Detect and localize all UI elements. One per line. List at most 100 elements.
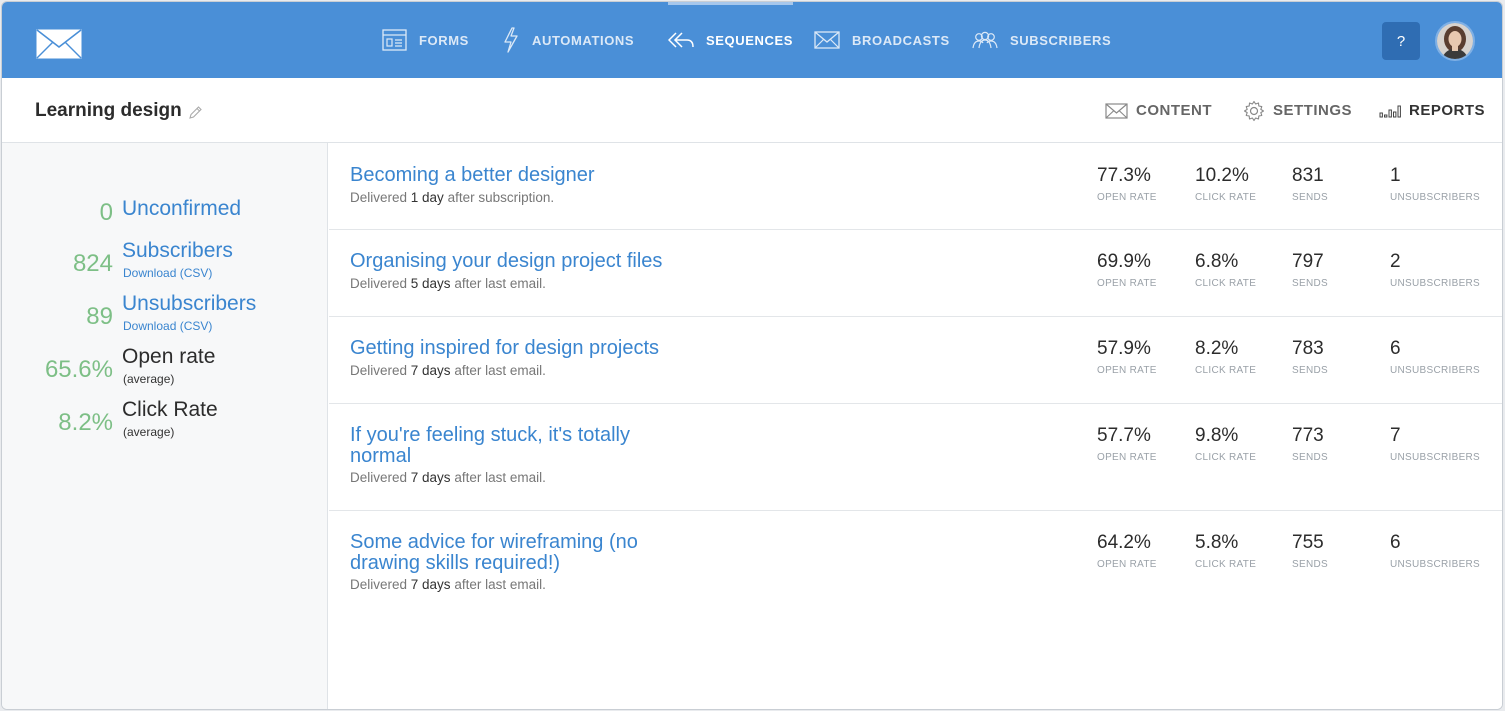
metric-label: SENDS (1292, 365, 1328, 376)
tab-content[interactable]: CONTENT (1105, 78, 1212, 143)
metric-open-rate: 69.9% OPEN RATE (1097, 251, 1157, 289)
metric-label: CLICK RATE (1195, 365, 1257, 376)
metric-label: CLICK RATE (1195, 559, 1257, 570)
email-title-link[interactable]: Some advice for wireframing (no drawing … (350, 532, 690, 574)
avatar-portrait (1437, 23, 1473, 59)
stat-label-link[interactable]: Unsubscribers (122, 292, 256, 316)
delivery-suffix: after last email. (450, 363, 546, 378)
stat-label-link[interactable]: Unconfirmed (122, 197, 241, 221)
metric-label: CLICK RATE (1195, 452, 1257, 463)
stat-sub-label: (average) (123, 425, 175, 439)
nav-sequences[interactable]: SEQUENCES (668, 2, 794, 78)
email-title-link[interactable]: Getting inspired for design projects (350, 338, 690, 359)
email-delivery: Delivered 7 days after last email. (350, 363, 546, 378)
metric-value: 7 (1390, 425, 1401, 446)
users-icon (972, 31, 998, 49)
nav-label: FORMS (419, 32, 469, 48)
metric-label: SENDS (1292, 559, 1328, 570)
stat-open-rate: 65.6% Open rate (average) (2, 345, 328, 393)
metric-label: UNSUBSCRIBERS (1390, 559, 1481, 570)
stat-unsubscribers: 89 Unsubscribers Download (CSV) (2, 292, 328, 340)
metric-value: 797 (1292, 251, 1324, 272)
metric-label: OPEN RATE (1097, 192, 1157, 203)
metric-sends: 773 SENDS (1292, 425, 1328, 463)
delivery-delay: 7 days (410, 577, 451, 592)
forms-icon (382, 29, 407, 51)
nav-label: SUBSCRIBERS (1010, 32, 1112, 48)
sequence-header: Learning design CONTENT SETTINGS REPORTS (2, 78, 1502, 143)
delivery-suffix: after last email. (450, 470, 546, 485)
sequence-title[interactable]: Learning design (35, 100, 182, 122)
nav-automations[interactable]: AUTOMATIONS (502, 2, 634, 78)
nav-broadcasts[interactable]: BROADCASTS (814, 2, 950, 78)
tab-reports[interactable]: REPORTS (1379, 78, 1485, 143)
metric-unsubscribers: 1 UNSUBSCRIBERS (1390, 165, 1480, 203)
email-row: If you're feeling stuck, it's totally no… (329, 404, 1502, 511)
metric-unsubscribers: 7 UNSUBSCRIBERS (1390, 425, 1480, 463)
gear-icon (1243, 100, 1265, 121)
nav-subscribers[interactable]: SUBSCRIBERS (972, 2, 1111, 78)
app-window: FORMS AUTOMATIONS SEQUENCES BROADCASTS S… (1, 1, 1503, 710)
stat-label: Open rate (122, 345, 216, 368)
stat-label: Click Rate (122, 398, 218, 421)
email-title-link[interactable]: Becoming a better designer (350, 165, 690, 186)
tab-settings[interactable]: SETTINGS (1243, 78, 1352, 143)
metric-value: 57.9% (1097, 338, 1151, 359)
stat-value: 65.6% (44, 356, 113, 383)
metric-value: 2 (1390, 251, 1401, 272)
envelope-icon (1105, 102, 1128, 119)
bar-chart-icon (1379, 105, 1401, 117)
nav-label: SEQUENCES (706, 32, 794, 48)
delivery-prefix: Delivered (350, 190, 411, 205)
metric-click-rate: 6.8% CLICK RATE (1195, 251, 1256, 289)
stat-value: 0 (99, 199, 113, 226)
email-delivery: Delivered 7 days after last email. (350, 577, 546, 592)
metric-label: UNSUBSCRIBERS (1390, 452, 1481, 463)
email-delivery: Delivered 5 days after last email. (350, 276, 546, 291)
email-list: Becoming a better designer Delivered 1 d… (329, 143, 1502, 709)
metric-value: 6 (1390, 338, 1401, 359)
metric-label: CLICK RATE (1195, 192, 1257, 203)
metric-label: OPEN RATE (1097, 559, 1157, 570)
stat-value: 89 (86, 303, 113, 330)
lightning-icon (504, 27, 518, 53)
download-csv-link[interactable]: Download (CSV) (123, 319, 212, 333)
delivery-suffix: after last email. (450, 577, 546, 592)
delivery-prefix: Delivered (350, 470, 411, 485)
stat-value: 824 (72, 250, 113, 277)
metric-value: 9.8% (1195, 425, 1239, 446)
email-title-link[interactable]: If you're feeling stuck, it's totally no… (350, 425, 690, 467)
email-row: Organising your design project files Del… (329, 230, 1502, 317)
download-csv-link[interactable]: Download (CSV) (123, 266, 212, 280)
metric-value: 783 (1292, 338, 1324, 359)
delivery-prefix: Delivered (350, 276, 411, 291)
pencil-icon[interactable] (188, 105, 203, 120)
metric-unsubscribers: 2 UNSUBSCRIBERS (1390, 251, 1480, 289)
metric-label: UNSUBSCRIBERS (1390, 278, 1481, 289)
user-avatar[interactable] (1435, 21, 1475, 61)
metric-label: SENDS (1292, 278, 1328, 289)
sequence-title-wrap: Learning design (35, 100, 203, 122)
delivery-suffix: after last email. (450, 276, 546, 291)
stat-value: 8.2% (58, 409, 113, 436)
help-button[interactable]: ? (1382, 22, 1420, 60)
metric-value: 6.8% (1195, 251, 1239, 272)
nav-label: AUTOMATIONS (532, 32, 635, 48)
delivery-prefix: Delivered (350, 363, 411, 378)
metric-label: OPEN RATE (1097, 278, 1157, 289)
stat-sub-label: (average) (123, 372, 175, 386)
metric-unsubscribers: 6 UNSUBSCRIBERS (1390, 532, 1480, 570)
metric-value: 64.2% (1097, 532, 1151, 553)
delivery-delay: 7 days (410, 470, 451, 485)
stat-label-link[interactable]: Subscribers (122, 239, 233, 263)
email-title-link[interactable]: Organising your design project files (350, 251, 690, 272)
email-delivery: Delivered 7 days after last email. (350, 470, 546, 485)
metric-value: 10.2% (1195, 165, 1249, 186)
metric-sends: 755 SENDS (1292, 532, 1328, 570)
metric-click-rate: 8.2% CLICK RATE (1195, 338, 1256, 376)
nav-forms[interactable]: FORMS (382, 2, 469, 78)
metric-value: 1 (1390, 165, 1401, 186)
stats-sidebar: 0 Unconfirmed 824 Subscribers Download (… (2, 143, 328, 709)
metric-value: 57.7% (1097, 425, 1151, 446)
envelope-icon (814, 31, 840, 49)
